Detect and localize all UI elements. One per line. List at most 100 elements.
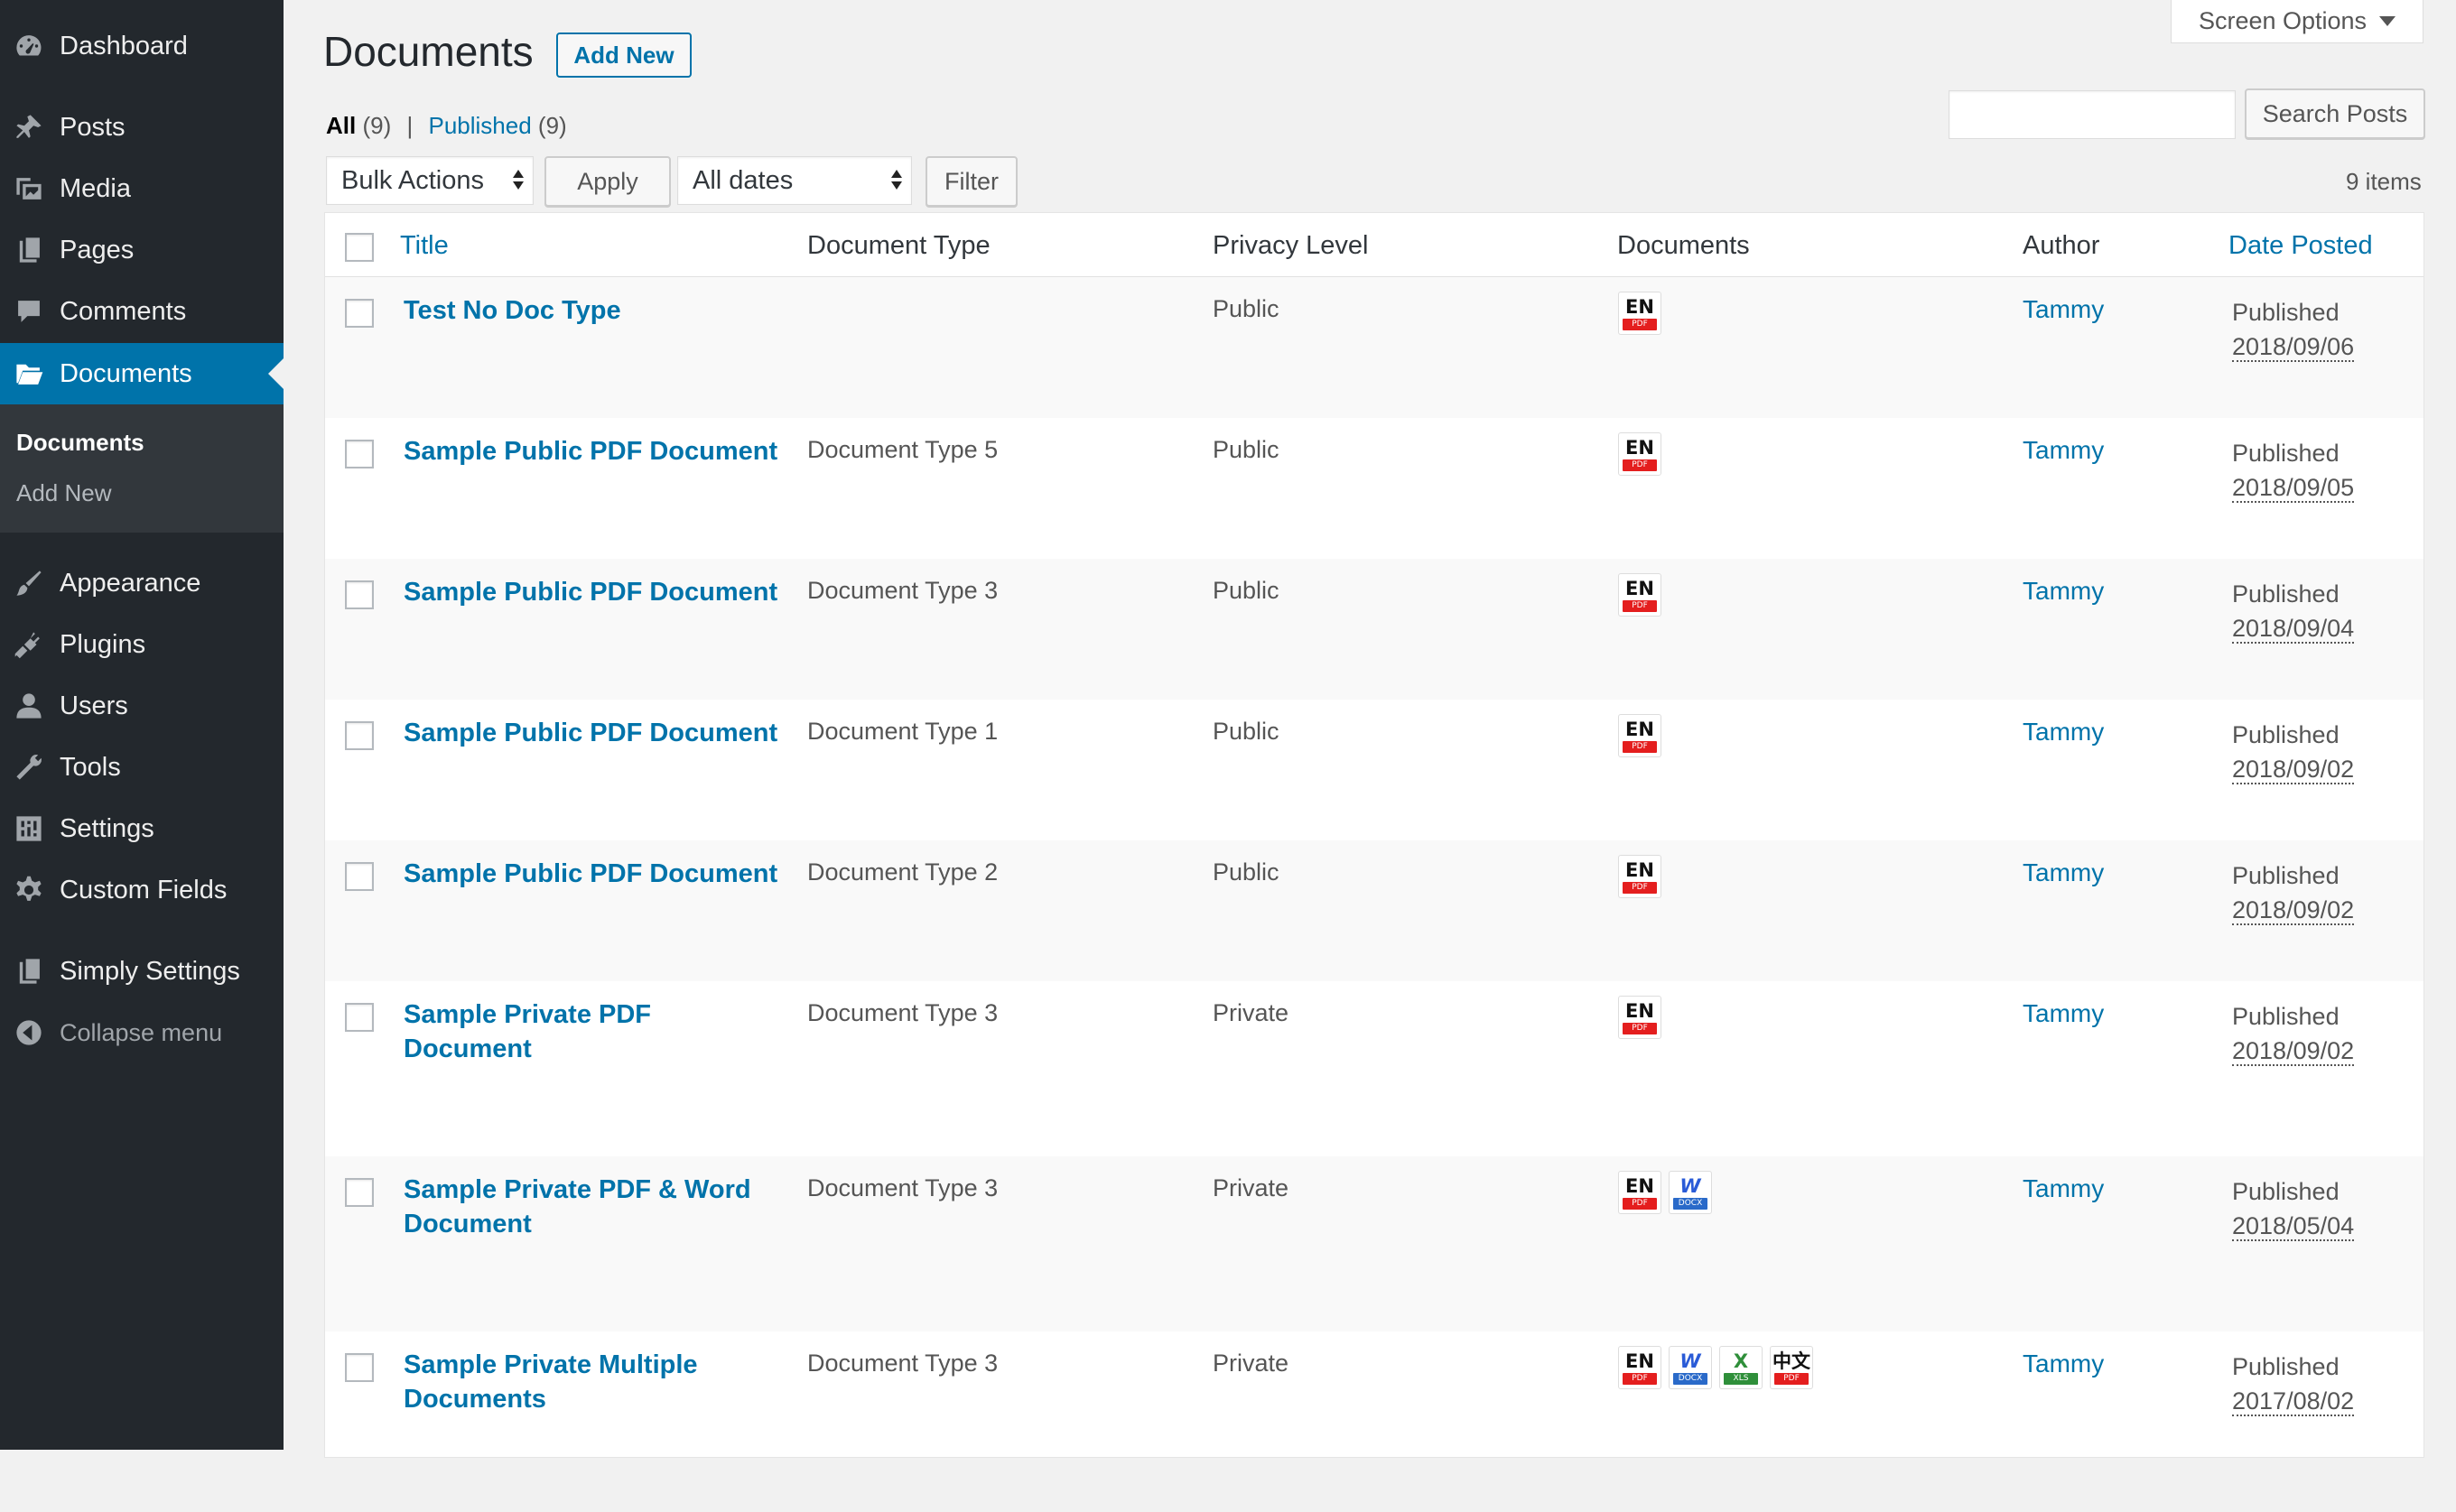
caret-down-icon (2379, 16, 2396, 26)
row-date-value: 2018/09/02 (2232, 896, 2355, 925)
sidebar-item-settings[interactable]: Settings (0, 798, 284, 859)
row-date-value: 2018/09/05 (2232, 474, 2355, 503)
file-icon-glyph: EN (1625, 859, 1654, 881)
pdf-file-icon[interactable]: EN PDF (1618, 1171, 1661, 1214)
row-checkbox[interactable] (345, 862, 374, 891)
row-date-value: 2018/09/04 (2232, 615, 2355, 644)
wrench-icon (0, 752, 60, 783)
file-icon-glyph: EN (1625, 1350, 1654, 1372)
row-title-link[interactable]: Sample Public PDF Document (404, 575, 783, 609)
column-title[interactable]: Title (400, 231, 449, 261)
row-privacy-level: Private (1213, 1350, 1289, 1377)
row-checkbox[interactable] (345, 580, 374, 609)
row-documents: EN PDF W DOCX X XLS 中文 PDF (1618, 1346, 1813, 1389)
file-icon-tag: PDF (1632, 601, 1648, 610)
row-title-link[interactable]: Sample Public PDF Document (404, 716, 783, 750)
table-header: Title Document Type Privacy Level Docume… (325, 213, 2423, 277)
pdf-file-icon[interactable]: EN PDF (1618, 855, 1661, 898)
select-all-checkbox[interactable] (345, 233, 374, 262)
column-author: Author (2023, 231, 2100, 260)
view-published-link[interactable]: Published (428, 112, 531, 139)
row-author-link[interactable]: Tammy (2023, 295, 2104, 324)
sidebar-item-media[interactable]: Media (0, 158, 284, 219)
pdf-file-icon[interactable]: EN PDF (1618, 1346, 1661, 1389)
file-icon-glyph: EN (1625, 1175, 1654, 1197)
collapse-menu-label: Collapse menu (60, 1018, 223, 1046)
pdf-file-icon[interactable]: EN PDF (1618, 996, 1661, 1039)
row-author-link[interactable]: Tammy (2023, 718, 2104, 747)
row-status: Published (2232, 440, 2340, 467)
row-checkbox[interactable] (345, 1003, 374, 1032)
row-documents: EN PDF (1618, 855, 1661, 898)
pdf-file-icon[interactable]: 中文 PDF (1770, 1346, 1813, 1389)
row-title-link[interactable]: Sample Private PDF Document (404, 997, 783, 1066)
row-checkbox[interactable] (345, 1178, 374, 1207)
view-all-link[interactable]: All (326, 112, 356, 139)
row-status: Published (2232, 721, 2340, 748)
file-icon-glyph: X (1733, 1350, 1749, 1372)
row-title-link[interactable]: Test No Doc Type (404, 293, 783, 328)
submenu-add-new[interactable]: Add New (16, 479, 112, 507)
search-posts-button[interactable]: Search Posts (2245, 88, 2425, 139)
word-file-icon[interactable]: W DOCX (1669, 1171, 1712, 1214)
bulk-actions-select[interactable]: Bulk Actions (326, 156, 534, 205)
row-checkbox[interactable] (345, 721, 374, 750)
row-privacy-level: Private (1213, 999, 1289, 1026)
row-status: Published (2232, 862, 2340, 889)
bulk-actions-value: Bulk Actions (341, 165, 484, 195)
row-author-link[interactable]: Tammy (2023, 436, 2104, 465)
row-privacy-level: Private (1213, 1174, 1289, 1201)
sidebar-item-users[interactable]: Users (0, 675, 284, 737)
row-author-link[interactable]: Tammy (2023, 1350, 2104, 1378)
search-input[interactable] (1949, 90, 2236, 139)
documents-submenu: Documents Add New (0, 404, 284, 533)
sidebar-item-simply-settings[interactable]: Simply Settings (0, 941, 284, 1002)
sidebar-item-pages[interactable]: Pages (0, 219, 284, 281)
row-author-link[interactable]: Tammy (2023, 577, 2104, 606)
pdf-file-icon[interactable]: EN PDF (1618, 573, 1661, 617)
row-author-link[interactable]: Tammy (2023, 1174, 2104, 1203)
sidebar-item-label: Comments (60, 296, 187, 326)
row-title-link[interactable]: Sample Public PDF Document (404, 857, 783, 891)
sidebar-item-dashboard[interactable]: Dashboard (0, 15, 284, 77)
dates-select[interactable]: All dates (677, 156, 912, 205)
collapse-menu-button[interactable]: Collapse menu (0, 1002, 284, 1063)
screen-options-button[interactable]: Screen Options (2171, 0, 2423, 43)
row-author-link[interactable]: Tammy (2023, 999, 2104, 1028)
excel-file-icon[interactable]: X XLS (1719, 1346, 1763, 1389)
sidebar-item-documents[interactable]: Documents (0, 343, 284, 404)
file-icon-glyph: EN (1625, 296, 1654, 318)
sidebar-item-plugins[interactable]: Plugins (0, 614, 284, 675)
table-row: Sample Public PDF Document Document Type … (325, 418, 2423, 559)
column-document-type: Document Type (807, 231, 991, 260)
row-checkbox[interactable] (345, 440, 374, 468)
table-row: Sample Public PDF Document Document Type … (325, 559, 2423, 700)
column-date-posted[interactable]: Date Posted (2228, 231, 2373, 261)
sidebar-item-posts[interactable]: Posts (0, 97, 284, 158)
row-title-link[interactable]: Sample Private Multiple Documents (404, 1348, 783, 1416)
row-date: Published 2018/09/02 (2232, 718, 2355, 786)
row-privacy-level: Public (1213, 295, 1279, 322)
row-title-link[interactable]: Sample Private PDF & Word Document (404, 1173, 783, 1241)
submenu-documents[interactable]: Documents (16, 429, 144, 457)
filter-button[interactable]: Filter (926, 156, 1018, 207)
row-checkbox[interactable] (345, 1353, 374, 1382)
pdf-file-icon[interactable]: EN PDF (1618, 432, 1661, 476)
sidebar-item-appearance[interactable]: Appearance (0, 552, 284, 614)
sidebar-item-tools[interactable]: Tools (0, 737, 284, 798)
file-icon-glyph: EN (1625, 1000, 1654, 1022)
add-new-button[interactable]: Add New (556, 32, 692, 78)
pdf-file-icon[interactable]: EN PDF (1618, 714, 1661, 757)
dashboard-icon (0, 31, 60, 61)
word-file-icon[interactable]: W DOCX (1669, 1346, 1712, 1389)
sidebar-item-custom-fields[interactable]: Custom Fields (0, 859, 284, 921)
gear-icon (0, 875, 60, 905)
row-author-link[interactable]: Tammy (2023, 858, 2104, 887)
apply-button[interactable]: Apply (544, 156, 671, 207)
pdf-file-icon[interactable]: EN PDF (1618, 292, 1661, 335)
row-title-link[interactable]: Sample Public PDF Document (404, 434, 783, 468)
view-all-count: (9) (362, 112, 392, 139)
table-row: Sample Public PDF Document Document Type … (325, 840, 2423, 981)
sidebar-item-comments[interactable]: Comments (0, 281, 284, 342)
row-checkbox[interactable] (345, 299, 374, 328)
